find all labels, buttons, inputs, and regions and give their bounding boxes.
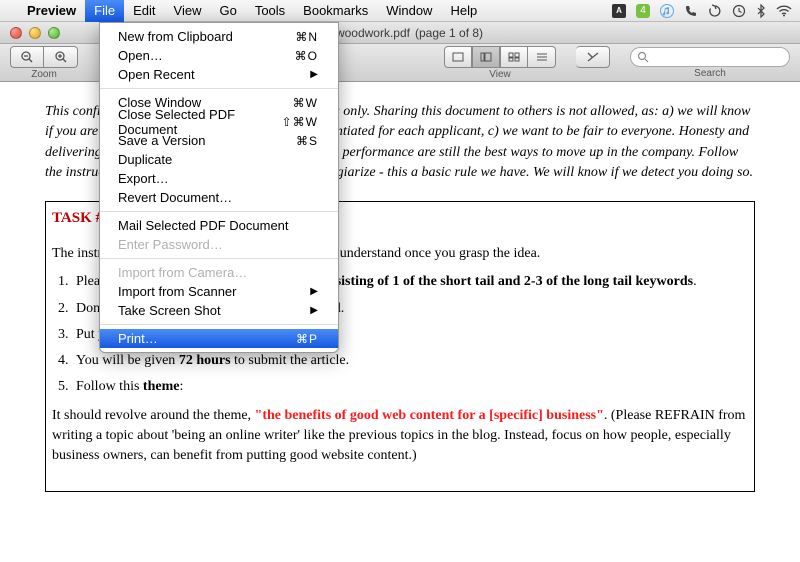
menubar-status: A 4	[612, 4, 792, 18]
menu-tools[interactable]: Tools	[246, 0, 294, 22]
step-4: You will be given 72 hours to submit the…	[72, 351, 748, 371]
menu-item-mail-selected-pdf-document[interactable]: Mail Selected PDF Document	[100, 216, 338, 235]
menu-item-open[interactable]: Open…⌘O	[100, 46, 338, 65]
title-filename: woodwork.pdf	[336, 26, 410, 40]
view-mode-1[interactable]	[444, 46, 472, 68]
minimize-button[interactable]	[29, 27, 41, 39]
window-title: woodwork.pdf (page 1 of 8)	[317, 25, 483, 41]
zoom-label: Zoom	[31, 69, 57, 80]
menu-item-open-recent[interactable]: Open Recent▶	[100, 65, 338, 84]
view-mode-2[interactable]	[472, 46, 500, 68]
traffic-lights	[0, 27, 60, 39]
zoom-group: Zoom	[10, 46, 78, 80]
menu-file[interactable]: File	[85, 0, 124, 22]
menu-help[interactable]: Help	[441, 0, 486, 22]
menu-view[interactable]: View	[165, 0, 211, 22]
view-mode-4[interactable]	[528, 46, 556, 68]
title-pages: (page 1 of 8)	[415, 26, 483, 40]
menu-separator	[100, 324, 338, 325]
edit-toolbar-group	[576, 46, 610, 80]
zoom-out-button[interactable]	[10, 46, 44, 68]
notification-badge[interactable]: 4	[636, 4, 650, 18]
menu-item-import-from-camera: Import from Camera…	[100, 263, 338, 282]
menu-item-revert-document[interactable]: Revert Document…	[100, 188, 338, 207]
menu-bookmarks[interactable]: Bookmarks	[294, 0, 377, 22]
menu-window[interactable]: Window	[377, 0, 441, 22]
menu-item-close-selected-pdf-document[interactable]: Close Selected PDF Document⇧⌘W	[100, 112, 338, 131]
menu-item-export[interactable]: Export…	[100, 169, 338, 188]
step-5: Follow this theme:	[72, 377, 748, 397]
file-menu-dropdown: New from Clipboard⌘NOpen…⌘OOpen Recent▶ C…	[99, 22, 339, 353]
zoom-in-button[interactable]	[44, 46, 78, 68]
clock-icon[interactable]	[732, 4, 746, 18]
search-field[interactable]	[630, 47, 790, 67]
menu-edit[interactable]: Edit	[124, 0, 164, 22]
menu-separator	[100, 211, 338, 212]
sync-icon[interactable]	[708, 4, 722, 18]
menubar: Preview FileEditViewGoToolsBookmarksWind…	[0, 0, 800, 22]
app-menu[interactable]: Preview	[18, 0, 85, 22]
wifi-icon[interactable]	[776, 5, 792, 17]
close-button[interactable]	[10, 27, 22, 39]
view-mode-3[interactable]	[500, 46, 528, 68]
search-label: Search	[694, 68, 726, 79]
search-icon	[637, 51, 649, 63]
edit-toolbar-button[interactable]	[576, 46, 610, 68]
menu-item-duplicate[interactable]: Duplicate	[100, 150, 338, 169]
itunes-icon[interactable]	[660, 4, 674, 18]
view-group: View	[444, 46, 556, 80]
menu-item-take-screen-shot[interactable]: Take Screen Shot▶	[100, 301, 338, 320]
menu-item-print[interactable]: Print…⌘P	[100, 329, 338, 348]
menu-item-new-from-clipboard[interactable]: New from Clipboard⌘N	[100, 27, 338, 46]
bluetooth-icon[interactable]	[756, 4, 766, 18]
theme-paragraph: It should revolve around the theme, "the…	[52, 406, 748, 467]
view-label: View	[489, 69, 511, 80]
menu-separator	[100, 258, 338, 259]
menu-item-enter-password: Enter Password…	[100, 235, 338, 254]
phone-icon[interactable]	[684, 4, 698, 18]
menu-go[interactable]: Go	[210, 0, 245, 22]
adobe-icon[interactable]: A	[612, 4, 626, 18]
zoom-button[interactable]	[48, 27, 60, 39]
menu-separator	[100, 88, 338, 89]
search-group: Search	[630, 47, 790, 79]
menu-item-import-from-scanner[interactable]: Import from Scanner▶	[100, 282, 338, 301]
